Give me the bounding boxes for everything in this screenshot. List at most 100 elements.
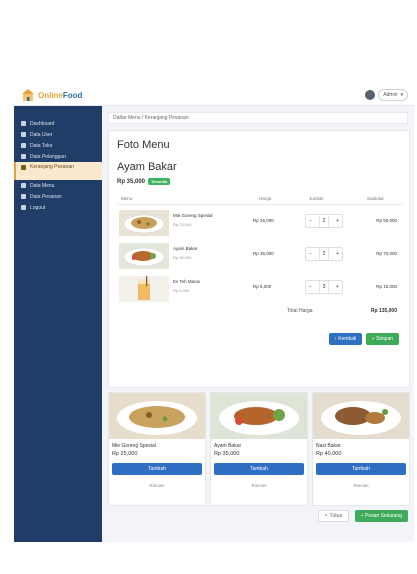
col-harga: Harga bbox=[259, 196, 272, 201]
nasi-bakar-image bbox=[313, 393, 409, 439]
item-name: Mie Goreng Spesial bbox=[173, 213, 213, 218]
item-price: Rp 25,000 bbox=[253, 218, 274, 223]
quantity-stepper[interactable]: − 2 + bbox=[305, 247, 343, 261]
item-unit-price: Rp 25,000 bbox=[173, 222, 192, 227]
sidebar-item-logout[interactable]: Logout bbox=[14, 202, 102, 213]
item-name: Es Teh Manis bbox=[173, 279, 200, 284]
sidebar-item-data-user[interactable]: Data User bbox=[14, 129, 102, 140]
item-subtotal: Rp 15,000 bbox=[376, 284, 397, 289]
food-card-name: Mie Goreng Spesial bbox=[112, 443, 156, 449]
sidebar-item-data-pesanan[interactable]: Data Pesanan bbox=[14, 191, 102, 202]
add-to-cart-button[interactable]: Tambah bbox=[214, 463, 304, 475]
sidebar-item-label: Logout bbox=[30, 204, 46, 211]
quantity-stepper[interactable]: − 3 + bbox=[305, 280, 343, 294]
sidebar-item-label: Keranjang Pesanan bbox=[30, 164, 74, 170]
plus-icon[interactable]: + bbox=[336, 218, 339, 224]
user-icon bbox=[21, 132, 26, 137]
food-card-price: Rp 35,000 bbox=[214, 451, 240, 457]
sidebar-item-label: Data Pesanan bbox=[30, 193, 62, 200]
item-subtotal: Rp 70,000 bbox=[376, 251, 397, 256]
food-card: Ayam Bakar Rp 35,000 Tambah Rincian bbox=[210, 392, 308, 506]
save-button[interactable]: ▪ Simpan bbox=[366, 333, 399, 345]
food-price-row: Rp 35,000 Tersedia bbox=[117, 178, 171, 185]
food-card-price: Rp 25,000 bbox=[112, 451, 138, 457]
brand-name: OnlineFood bbox=[38, 91, 82, 100]
back-button[interactable]: ‹ Kembali bbox=[328, 333, 363, 345]
store-icon bbox=[21, 143, 26, 148]
table-header: Menu Harga Jumlah Subtotal bbox=[117, 193, 403, 205]
food-card-name: Nasi Bakar bbox=[316, 443, 341, 449]
logout-icon bbox=[21, 205, 26, 210]
col-menu: Menu bbox=[121, 196, 133, 201]
sidebar-item-keranjang-pesanan[interactable]: Keranjang Pesanan bbox=[14, 162, 102, 180]
order-now-button[interactable]: ▪ Pesan Sekarang bbox=[355, 510, 408, 522]
sidebar-item-data-menu[interactable]: Data Menu bbox=[14, 180, 102, 191]
total-label: Total Harga bbox=[287, 308, 313, 314]
user-name: Admin bbox=[383, 92, 398, 98]
top-bar: OnlineFood Admin ▾ bbox=[14, 84, 414, 106]
status-badge: Tersedia bbox=[148, 178, 171, 185]
item-price: Rp 5,000 bbox=[253, 284, 272, 289]
card-actions: ‹ Kembali ▪ Simpan bbox=[328, 333, 399, 345]
breadcrumb[interactable]: Daftar Menu / Keranjang Pesanan bbox=[108, 112, 408, 124]
sidebar-item-data-toko[interactable]: Data Toko bbox=[14, 140, 102, 151]
sidebar-item-label: Data User bbox=[30, 131, 53, 138]
close-button[interactable]: × Tutup bbox=[317, 510, 350, 522]
add-to-cart-button[interactable]: Tambah bbox=[112, 463, 202, 475]
detail-link[interactable]: Rincian bbox=[313, 483, 409, 488]
total-row: Total Harga Rp 135,000 bbox=[117, 305, 403, 317]
page-title: Foto Menu bbox=[117, 139, 170, 151]
ayam-bakar-thumbnail bbox=[119, 243, 169, 269]
sidebar-item-dashboard[interactable]: Dashboard bbox=[14, 118, 102, 129]
close-button-label: Tutup bbox=[329, 513, 343, 519]
food-card-price: Rp 40,000 bbox=[316, 451, 342, 457]
detail-link[interactable]: Rincian bbox=[211, 483, 307, 488]
list-icon bbox=[21, 194, 26, 199]
mie-goreng-image bbox=[109, 393, 205, 439]
user-menu[interactable]: Admin ▾ bbox=[365, 87, 408, 103]
ayam-bakar-image bbox=[211, 393, 307, 439]
food-card: Mie Goreng Spesial Rp 25,000 Tambah Rinc… bbox=[108, 392, 206, 506]
home-icon bbox=[21, 121, 26, 126]
sidebar-item-label: Data Menu bbox=[30, 182, 55, 189]
cart-icon bbox=[21, 165, 26, 170]
add-to-cart-button[interactable]: Tambah bbox=[316, 463, 406, 475]
food-card-list: Mie Goreng Spesial Rp 25,000 Tambah Rinc… bbox=[108, 392, 410, 506]
detail-link[interactable]: Rincian bbox=[109, 483, 205, 488]
food-name: Ayam Bakar bbox=[117, 161, 177, 173]
sidebar-item-label: Data Pelanggan bbox=[30, 153, 66, 160]
minus-icon[interactable]: − bbox=[309, 284, 312, 290]
quantity-value[interactable]: 2 bbox=[318, 248, 330, 260]
minus-icon[interactable]: − bbox=[309, 251, 312, 257]
chevron-down-icon: ▾ bbox=[400, 92, 403, 98]
shop-icon bbox=[22, 89, 34, 101]
item-unit-price: Rp 5,000 bbox=[173, 288, 190, 293]
user-dropdown[interactable]: Admin ▾ bbox=[378, 89, 408, 101]
item-subtotal: Rp 50,000 bbox=[376, 218, 397, 223]
table-row: Mie Goreng Spesial Rp 25,000 Rp 25,000 −… bbox=[117, 207, 403, 239]
plus-icon[interactable]: + bbox=[336, 284, 339, 290]
food-price: Rp 35,000 bbox=[117, 178, 146, 185]
brand-logo[interactable]: OnlineFood bbox=[20, 87, 82, 103]
item-price: Rp 35,000 bbox=[253, 251, 274, 256]
plus-icon[interactable]: + bbox=[336, 251, 339, 257]
quantity-value[interactable]: 3 bbox=[318, 281, 330, 293]
sidebar-item-data-pelanggan[interactable]: Data Pelanggan bbox=[14, 151, 102, 162]
brand-name-part2: Food bbox=[62, 90, 83, 100]
users-icon bbox=[21, 154, 26, 159]
save-button-label: Simpan bbox=[376, 336, 393, 342]
col-subtotal: Subtotal bbox=[367, 196, 384, 201]
menu-detail-card: Foto Menu Ayam Bakar Rp 35,000 Tersedia … bbox=[108, 130, 410, 388]
table-row: Es Teh Manis Rp 5,000 Rp 5,000 − 3 + Rp … bbox=[117, 273, 403, 305]
sidebar-item-label: Dashboard bbox=[30, 120, 55, 127]
bottom-actions: × Tutup ▪ Pesan Sekarang bbox=[317, 510, 408, 522]
save-icon: ▪ bbox=[361, 513, 364, 519]
item-unit-price: Rp 35,000 bbox=[173, 255, 192, 260]
avatar[interactable] bbox=[365, 90, 376, 100]
save-icon: ▪ bbox=[372, 336, 375, 342]
quantity-value[interactable]: 2 bbox=[318, 215, 330, 227]
minus-icon[interactable]: − bbox=[309, 218, 312, 224]
food-card: Nasi Bakar Rp 40,000 Tambah Rincian bbox=[312, 392, 410, 506]
total-value: Rp 135,000 bbox=[370, 308, 397, 314]
quantity-stepper[interactable]: − 2 + bbox=[305, 214, 343, 228]
